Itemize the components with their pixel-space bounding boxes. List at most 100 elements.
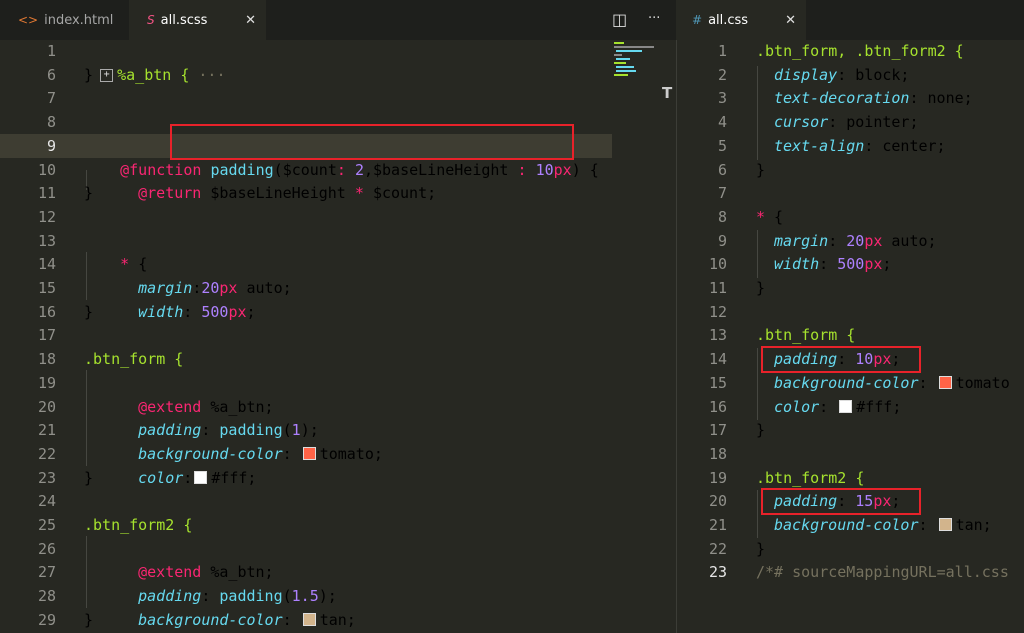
line-number: 20 (708, 492, 727, 511)
line-number: 16 (37, 302, 56, 321)
line-number: 17 (708, 421, 727, 440)
css-line-5: text-align: center; (774, 136, 946, 155)
css-line-22: } (756, 539, 766, 558)
line-number: 15 (708, 373, 727, 392)
line-number: 20 (37, 397, 56, 416)
tab-label: all.css (708, 12, 749, 28)
color-swatch-tomato[interactable] (938, 375, 952, 389)
indent-guide (757, 348, 758, 420)
tab-label: all.scss (160, 12, 208, 28)
line-number: 24 (37, 492, 56, 511)
line-number: 6 (46, 65, 56, 84)
indent-guide (86, 370, 87, 466)
line-number: 11 (708, 279, 727, 297)
highlight-box-padding-15 (761, 488, 921, 515)
line-number: 14 (37, 255, 56, 274)
css-line-6: } (756, 160, 766, 179)
line-number: 9 (46, 136, 56, 155)
css-line-21: background-color: tan; (774, 516, 992, 534)
tab-all-scss[interactable]: S all.scss ✕ (129, 0, 266, 40)
line-number: 9 (717, 231, 727, 250)
line-number: 1 (46, 42, 56, 60)
line-number: 15 (37, 279, 56, 297)
highlight-box-padding-10 (761, 346, 921, 373)
color-swatch-tan[interactable] (938, 518, 952, 531)
color-swatch-tomato[interactable] (302, 446, 316, 460)
indent-guide (757, 230, 758, 278)
line-number: 5 (717, 136, 727, 155)
code-line-22: color: #fff; (138, 468, 257, 487)
code-line-27: padding: padding(1.5); (138, 587, 337, 606)
line-number: 11 (37, 184, 56, 203)
css-line-19: .btn_form2 { (756, 468, 865, 487)
line-number: 8 (717, 207, 727, 226)
line-number: 7 (46, 89, 56, 108)
close-icon[interactable]: ✕ (785, 13, 796, 28)
code-line-13: * { (120, 255, 148, 274)
code-line-28: background-color: tan; (138, 610, 356, 629)
code-line-18: .btn_form { (84, 350, 184, 369)
fold-plus-icon[interactable]: + (100, 68, 114, 82)
line-number: 10 (708, 255, 727, 274)
line-number: 27 (37, 563, 56, 582)
line-number: 13 (37, 231, 56, 250)
line-number: 22 (708, 539, 727, 558)
css-line-11: } (756, 279, 766, 297)
line-number: 6 (717, 160, 727, 179)
color-swatch-tan[interactable] (302, 612, 316, 626)
line-number: 26 (37, 539, 56, 558)
color-swatch-white[interactable] (194, 470, 208, 484)
code-line-16: } (84, 302, 94, 321)
line-number: 18 (37, 350, 56, 369)
css-line-16: color: #fff; (774, 397, 902, 416)
line-number: 18 (708, 444, 727, 463)
text-cursor-icon: T (662, 84, 673, 102)
line-number: 23 (37, 468, 56, 487)
css-line-9: margin: 20px auto; (774, 231, 937, 250)
code-line-19: @extend %a_btn; (138, 397, 274, 416)
left-editor[interactable]: 1 6 7 8 9 10 11 12 13 14 15 16 17 18 19 20 21 22 23 24 25 26 2… (0, 40, 612, 633)
line-number: 2 (717, 65, 727, 84)
color-swatch-white[interactable] (839, 399, 853, 413)
indent-guide (757, 66, 758, 160)
indent-guide (86, 536, 87, 608)
tab-all-css[interactable]: # all.css ✕ (676, 0, 806, 40)
css-line-3: text-decoration: none; (774, 89, 973, 108)
sass-file-icon: S (147, 13, 155, 27)
line-number: 10 (37, 160, 56, 179)
line-number: 19 (708, 468, 727, 487)
line-number: 14 (708, 350, 727, 369)
line-number: 7 (717, 184, 727, 203)
line-number: 8 (46, 113, 56, 132)
more-actions-icon[interactable]: ··· (648, 11, 660, 26)
tab-label: index.html (44, 12, 114, 28)
css-line-23: /*# sourceMappingURL=all.css (756, 563, 1009, 582)
css-file-icon: # (692, 13, 703, 27)
css-line-2: display: block; (774, 65, 910, 84)
line-number: 12 (708, 302, 727, 321)
line-number: 22 (37, 444, 56, 463)
line-number: 12 (37, 207, 56, 226)
code-line-10: @return $baseLineHeight * $count; (138, 184, 437, 203)
line-number: 1 (717, 42, 727, 60)
highlight-box-function-params (170, 124, 574, 160)
close-icon[interactable]: ✕ (245, 13, 256, 28)
code-line-26: @extend %a_btn; (138, 563, 274, 582)
css-line-13: .btn_form { (756, 326, 856, 345)
css-line-10: width: 500px; (774, 255, 892, 274)
line-number: 23 (708, 563, 727, 582)
minimap[interactable] (612, 40, 672, 80)
split-editor-icon[interactable]: ◫ (612, 10, 627, 29)
line-number: 21 (708, 516, 727, 534)
code-line-14: margin:20px auto; (138, 279, 292, 297)
right-editor[interactable]: 1 2 3 4 5 6 7 8 9 10 11 12 13 14 15 16 17 18 19 20 21 22 23 .b… (677, 40, 1024, 633)
code-line-25: .btn_form2 { (84, 516, 193, 534)
line-number: 13 (708, 326, 727, 345)
html-file-icon: <> (18, 13, 39, 27)
css-line-17: } (756, 421, 766, 440)
css-line-4: cursor: pointer; (774, 113, 919, 132)
line-number: 29 (37, 610, 56, 629)
code-line-29: } (84, 610, 94, 629)
code-line-21: background-color: tomato; (138, 444, 383, 463)
tab-index-html[interactable]: <> index.html (0, 0, 128, 40)
